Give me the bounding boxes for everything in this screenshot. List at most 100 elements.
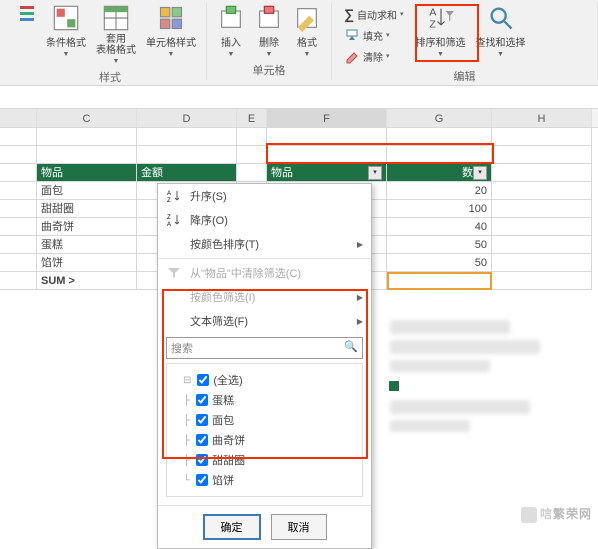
cell-sum[interactable]: SUM > bbox=[37, 272, 137, 290]
table-format-button[interactable]: 套用表格格式 ▼ bbox=[92, 2, 140, 67]
chevron-down-icon: ▼ bbox=[437, 51, 444, 58]
check-item[interactable]: ├面包 bbox=[173, 410, 356, 430]
sort-desc-item[interactable]: ZA降序(O) bbox=[158, 208, 371, 232]
chevron-right-icon: ▶ bbox=[357, 293, 363, 302]
sort-asc-item[interactable]: AZ升序(S) bbox=[158, 184, 371, 208]
header-qty[interactable]: 数▾ bbox=[387, 164, 492, 182]
label: 插入 bbox=[221, 34, 241, 49]
cell[interactable]: 曲奇饼 bbox=[37, 218, 137, 236]
sort-filter-button[interactable]: AZ 排序和筛选 ▼ bbox=[412, 2, 470, 60]
watermark: 唁繁荣网 bbox=[521, 505, 592, 523]
column-headers: C D E F G H bbox=[0, 108, 598, 128]
find-select-button[interactable]: 查找和选择 ▼ bbox=[472, 2, 530, 60]
cell[interactable]: 50 bbox=[387, 236, 492, 254]
blurred-region bbox=[390, 420, 470, 432]
clear-button[interactable]: 清除▾ bbox=[340, 46, 408, 66]
cell[interactable]: 面包 bbox=[37, 182, 137, 200]
table-format-icon bbox=[102, 4, 130, 32]
chevron-down-icon: ▾ bbox=[386, 52, 390, 60]
label: 排序和筛选 bbox=[416, 34, 466, 49]
fill-icon bbox=[344, 27, 360, 43]
group-label: 编辑 bbox=[454, 66, 476, 86]
svg-text:A: A bbox=[167, 191, 171, 197]
format-icon bbox=[293, 4, 321, 32]
blurred-region bbox=[390, 400, 530, 414]
conditional-format-button[interactable]: 条件格式 ▼ bbox=[42, 2, 90, 60]
label: 自动求和 bbox=[357, 7, 397, 22]
ribbon: 条件格式 ▼ 套用表格格式 ▼ 单元格样式 ▼ 样式 插入 ▼ bbox=[0, 0, 598, 86]
svg-text:Z: Z bbox=[167, 198, 171, 204]
filter-dropdown-icon[interactable]: ▾ bbox=[368, 166, 382, 180]
filter-menu: AZ升序(S) ZA降序(O) 按颜色排序(T)▶ 从"物品"中清除筛选(C) … bbox=[157, 183, 372, 549]
chevron-down-icon: ▼ bbox=[168, 51, 175, 58]
format-button[interactable]: 格式 ▼ bbox=[289, 2, 325, 60]
cell-style-icon bbox=[157, 4, 185, 32]
label: 套用表格格式 bbox=[96, 34, 136, 56]
filter-checklist: ⊟(全选) ├蛋糕 ├面包 ├曲奇饼 ├甜甜圈 └馅饼 bbox=[166, 363, 363, 497]
group-label: 样式 bbox=[99, 67, 121, 87]
chevron-down-icon: ▾ bbox=[386, 31, 390, 39]
cell[interactable]: 甜甜圈 bbox=[37, 200, 137, 218]
col-G[interactable]: G bbox=[387, 109, 492, 127]
sort-desc-icon: ZA bbox=[166, 212, 182, 228]
cell[interactable]: 20 bbox=[387, 182, 492, 200]
cell[interactable]: 100 bbox=[387, 200, 492, 218]
chevron-down-icon: ▼ bbox=[228, 51, 235, 58]
cell[interactable]: 50 bbox=[387, 254, 492, 272]
cell-selected[interactable] bbox=[387, 272, 492, 290]
cell-style-button[interactable]: 单元格样式 ▼ bbox=[142, 2, 200, 60]
text-filter-item[interactable]: 文本筛选(F)▶ bbox=[158, 309, 371, 333]
clear-filter-icon bbox=[166, 265, 182, 281]
filter-dropdown-icon[interactable]: ▾ bbox=[473, 166, 487, 180]
blurred-region bbox=[390, 360, 490, 372]
header-amount[interactable]: 金额 bbox=[137, 164, 237, 182]
delete-button[interactable]: 删除 ▼ bbox=[251, 2, 287, 60]
search-icon: 🔍 bbox=[344, 340, 358, 356]
label: 条件格式 bbox=[46, 34, 86, 49]
ok-button[interactable]: 确定 bbox=[203, 514, 261, 540]
check-item[interactable]: ├甜甜圈 bbox=[173, 450, 356, 470]
label: 填充 bbox=[363, 28, 383, 43]
check-item[interactable]: └馅饼 bbox=[173, 470, 356, 490]
svg-text:Z: Z bbox=[429, 18, 436, 30]
chevron-right-icon: ▶ bbox=[357, 317, 363, 326]
blurred-region bbox=[390, 340, 540, 354]
check-all[interactable]: ⊟(全选) bbox=[173, 370, 356, 390]
filter-search-input[interactable]: 搜索🔍 bbox=[166, 337, 363, 359]
autosum-button[interactable]: ∑自动求和▾ bbox=[340, 4, 408, 24]
clear-icon bbox=[344, 48, 360, 64]
check-item[interactable]: ├曲奇饼 bbox=[173, 430, 356, 450]
color-filter-item: 按颜色筛选(I)▶ bbox=[158, 285, 371, 309]
chevron-down-icon: ▼ bbox=[497, 51, 504, 58]
cell[interactable]: 40 bbox=[387, 218, 492, 236]
conditional-format-icon bbox=[52, 4, 80, 32]
group-label: 单元格 bbox=[253, 60, 286, 80]
col-F[interactable]: F bbox=[267, 109, 387, 127]
clear-filter-item: 从"物品"中清除筛选(C) bbox=[158, 261, 371, 285]
blurred-region bbox=[390, 320, 510, 334]
svg-text:A: A bbox=[167, 222, 171, 228]
header-item[interactable]: 物品 bbox=[37, 164, 137, 182]
sort-color-item[interactable]: 按颜色排序(T)▶ bbox=[158, 232, 371, 256]
insert-button[interactable]: 插入 ▼ bbox=[213, 2, 249, 60]
chevron-down-icon: ▼ bbox=[266, 51, 273, 58]
col-E[interactable]: E bbox=[237, 109, 267, 127]
cell[interactable]: 蛋糕 bbox=[37, 236, 137, 254]
fill-button[interactable]: 填充▾ bbox=[340, 25, 408, 45]
chevron-down-icon: ▾ bbox=[400, 10, 404, 18]
label: 格式 bbox=[297, 34, 317, 49]
col-D[interactable]: D bbox=[137, 109, 237, 127]
cell[interactable]: 馅饼 bbox=[37, 254, 137, 272]
svg-text:A: A bbox=[429, 7, 436, 19]
col-H[interactable]: H bbox=[492, 109, 592, 127]
chevron-down-icon: ▼ bbox=[63, 51, 70, 58]
cancel-button[interactable]: 取消 bbox=[271, 514, 327, 540]
find-icon bbox=[487, 4, 515, 32]
col-C[interactable]: C bbox=[37, 109, 137, 127]
sort-asc-icon: AZ bbox=[166, 188, 182, 204]
chevron-down-icon: ▼ bbox=[113, 58, 120, 65]
delete-icon bbox=[255, 4, 283, 32]
header-item2[interactable]: 物品▾ bbox=[267, 164, 387, 182]
label: 删除 bbox=[259, 34, 279, 49]
check-item[interactable]: ├蛋糕 bbox=[173, 390, 356, 410]
